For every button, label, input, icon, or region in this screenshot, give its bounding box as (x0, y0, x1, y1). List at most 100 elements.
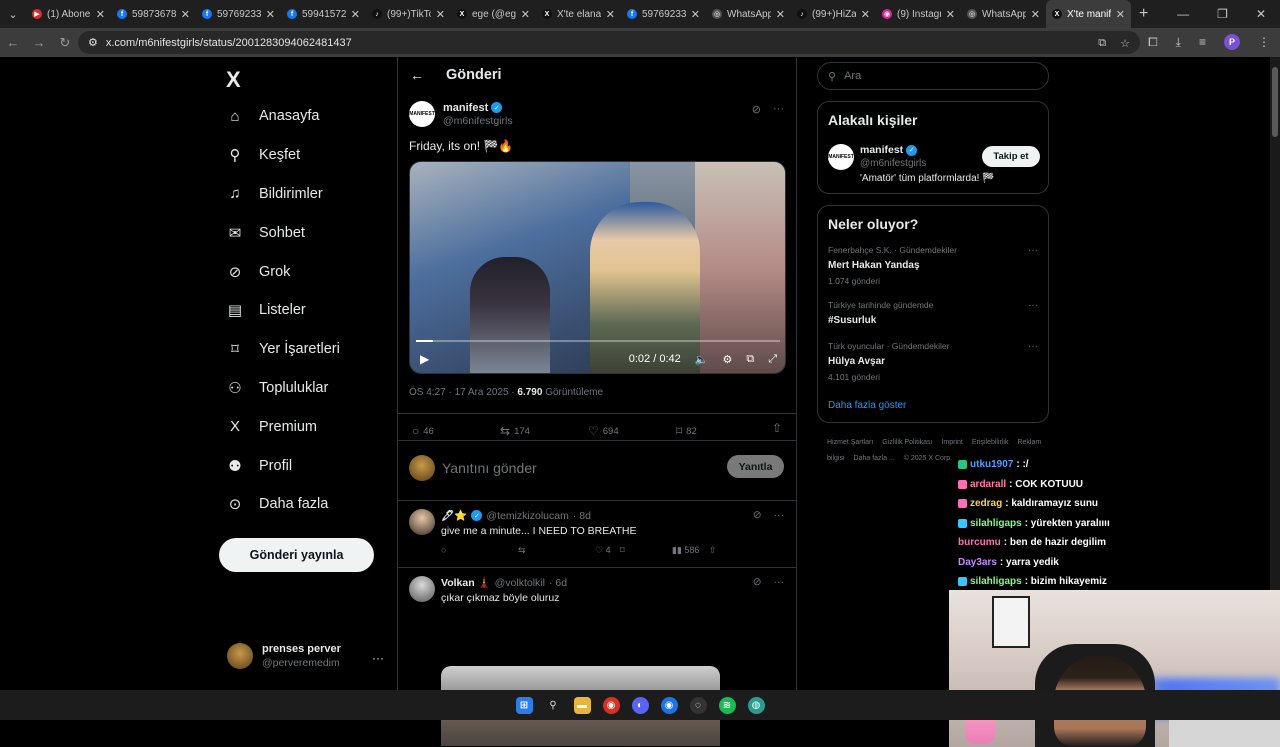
app-icon[interactable]: ◌ (689, 696, 707, 714)
menu-icon[interactable]: ⋮ (1258, 35, 1270, 49)
tab-close-icon[interactable]: ✕ (351, 8, 360, 21)
nav-item-profile[interactable]: ⚉ Profil (226, 446, 340, 485)
browser-tab[interactable]: ◎ WhatsApp ✕ (706, 0, 791, 28)
tab-search-button[interactable]: ⌄ (0, 0, 26, 28)
nav-item-search[interactable]: ⚲ Keşfet (226, 136, 340, 175)
reply-stat[interactable]: ○ 46 (412, 422, 500, 440)
tab-close-icon[interactable]: ✕ (436, 8, 445, 21)
new-tab-button[interactable]: + (1139, 5, 1148, 23)
browser-tab[interactable]: ◎ WhatsApp ✕ (961, 0, 1046, 28)
browser-tab[interactable]: X X'te manif ✕ (1046, 0, 1131, 28)
grok-icon[interactable]: ⊘ (753, 509, 762, 521)
browser-tab[interactable]: Xege (@ege ✕ (451, 0, 536, 28)
browser-tab[interactable]: f 59769233 ✕ (196, 0, 281, 28)
reply-input[interactable]: Yanıtını gönder (442, 460, 537, 476)
tab-close-icon[interactable]: ✕ (266, 8, 275, 21)
footer-link[interactable]: Daha fazla ... (854, 455, 895, 462)
nav-item-communities[interactable]: ⚇ Topluluklar (226, 369, 340, 408)
tab-close-icon[interactable]: ✕ (776, 8, 785, 21)
fullscreen-icon[interactable]: ⤢ (768, 353, 777, 366)
browser-tab[interactable]: ▶ (1) Abone ✕ (26, 0, 111, 28)
nav-item-mail[interactable]: ✉ Sohbet (226, 213, 340, 252)
more-icon[interactable]: ··· (1028, 341, 1038, 352)
grok-icon[interactable]: ⊘ (753, 576, 762, 588)
back-button[interactable]: ← (0, 35, 26, 50)
repost-stat[interactable]: ⇆ 174 (500, 422, 588, 440)
trend-item[interactable]: Fenerbahçe S.K. · Gündemdekiler Mert Hak… (828, 245, 1040, 286)
account-switcher[interactable]: prenses perver @perveremedim (227, 643, 341, 669)
tab-close-icon[interactable]: ✕ (96, 8, 105, 21)
profile-avatar[interactable]: P (1224, 34, 1240, 50)
avatar[interactable] (409, 576, 435, 602)
search-input[interactable]: ⚲ Ara (817, 62, 1049, 90)
share-icon[interactable]: ⇧ (709, 545, 786, 556)
minimize-button[interactable]: — (1177, 7, 1189, 21)
play-icon[interactable]: ▶ (420, 352, 429, 366)
footer-link[interactable]: Gizlilik Politikası (882, 439, 932, 446)
tab-close-icon[interactable]: ✕ (181, 8, 190, 21)
tab-close-icon[interactable]: ✕ (691, 8, 700, 21)
grok-icon[interactable]: ⊘ (752, 103, 761, 116)
reply-icon[interactable]: ○ (441, 545, 518, 556)
bookmark-star-icon[interactable]: ☆ (1120, 37, 1130, 50)
site-info-icon[interactable]: ⚙ (88, 36, 98, 49)
post-author[interactable]: MANIFEST manifest ✓ @m6nifestgirls (409, 101, 513, 127)
tab-close-icon[interactable]: ✕ (606, 8, 615, 21)
follow-button[interactable]: Takip et (982, 146, 1040, 167)
install-app-icon[interactable]: ⧉ (1098, 37, 1106, 50)
footer-link[interactable]: Imprint (941, 439, 962, 446)
reply-author-handle[interactable]: @volktolkil (495, 577, 545, 589)
reply-author-handle[interactable]: @temizkizolucam (486, 510, 568, 522)
reply-post[interactable]: Volkan 🗼 @volktolkil · 6d çıkar çıkmaz b… (398, 568, 796, 746)
browser-tab[interactable]: f 59769233 ✕ (621, 0, 706, 28)
reply-author-name[interactable]: Volkan 🗼 (441, 576, 491, 589)
chrome-icon[interactable]: ◉ (660, 696, 678, 714)
search-icon[interactable]: ⚲ (545, 697, 562, 714)
video-progress-bar[interactable] (416, 340, 780, 342)
nav-item-more[interactable]: ⊙ Daha fazla (226, 485, 340, 524)
spotify-icon[interactable]: ≋ (718, 696, 736, 714)
tab-close-icon[interactable]: ✕ (1031, 8, 1040, 21)
pip-icon[interactable]: ⧉ (746, 353, 754, 366)
avatar[interactable]: MANIFEST (828, 144, 854, 170)
maximize-button[interactable]: ❐ (1217, 7, 1228, 21)
nav-item-grok[interactable]: ⊘ Grok (226, 252, 340, 291)
reload-button[interactable]: ↻ (52, 35, 78, 51)
file-explorer-icon[interactable]: ▬ (573, 696, 591, 714)
account-more-icon[interactable]: ··· (372, 651, 384, 665)
nav-item-bookmark[interactable]: ⌑ Yer İşaretleri (226, 330, 340, 369)
bookmark-icon[interactable]: ⌑ (620, 545, 697, 556)
post-button[interactable]: Gönderi yayınla (219, 538, 374, 572)
settings-icon[interactable]: ⚙ (722, 353, 732, 366)
browser-tab[interactable]: f 59873678 ✕ (111, 0, 196, 28)
discord-icon[interactable]: ◐ (631, 696, 649, 714)
reply-button[interactable]: Yanıtla (727, 455, 784, 478)
more-icon[interactable]: ··· (773, 103, 784, 116)
footer-link[interactable]: Erişilebilirlik (972, 439, 1009, 446)
trend-item[interactable]: Türkiye tarihinde gündemde #Susurluk ··· (828, 300, 1040, 326)
share-icon[interactable]: ⇧ (772, 421, 782, 435)
footer-link[interactable]: © 2025 X Corp. (904, 455, 952, 462)
more-icon[interactable]: ··· (774, 576, 785, 588)
more-icon[interactable]: ··· (774, 509, 785, 521)
browser-tab[interactable]: ♪ (99+)TikTo ✕ (366, 0, 451, 28)
browser-tab[interactable]: X X'te elanat ✕ (536, 0, 621, 28)
tab-close-icon[interactable]: ✕ (1116, 8, 1125, 21)
avatar[interactable] (409, 509, 435, 535)
volume-icon[interactable]: 🔈 (695, 353, 709, 366)
address-bar[interactable]: ⚙ x.com/m6nifestgirls/status/20012830940… (78, 31, 1140, 54)
reply-post[interactable]: 🖋⭐ ✓ @temizkizolucam · 8d give me a minu… (398, 501, 796, 568)
browser-tab[interactable]: f 59941572 ✕ (281, 0, 366, 28)
extensions-icon[interactable]: ⧠ (1148, 35, 1158, 50)
app-icon[interactable]: ◍ (747, 696, 765, 714)
browser-tab[interactable]: ♪ (99+)HiZa ✕ (791, 0, 876, 28)
nav-item-list[interactable]: ▤ Listeler (226, 291, 340, 330)
reply-author-name[interactable]: 🖋⭐ (441, 509, 467, 522)
tab-close-icon[interactable]: ✕ (861, 8, 870, 21)
nav-item-home[interactable]: ⌂ Anasayfa (226, 97, 340, 136)
media-icon[interactable]: ≡ (1199, 35, 1206, 49)
like-stat[interactable]: ♡ 694 (588, 422, 676, 440)
show-more-link[interactable]: Daha fazla göster (828, 400, 906, 411)
nav-item-premium[interactable]: X Premium (226, 407, 340, 446)
tab-close-icon[interactable]: ✕ (946, 8, 955, 21)
